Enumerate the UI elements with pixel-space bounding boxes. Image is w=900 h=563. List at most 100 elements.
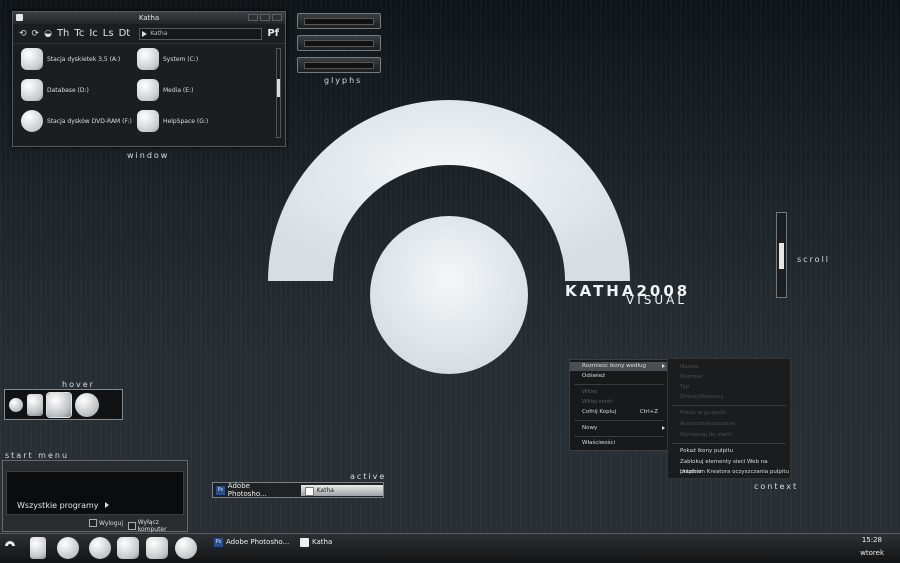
- drive-label: System (C:): [163, 55, 199, 63]
- submenu-item-label: Wyrównaj do siatki: [680, 432, 732, 438]
- quicklaunch-figure-icon[interactable]: [30, 537, 46, 559]
- hard-disk-icon: [137, 48, 159, 70]
- media-disk-icon: [137, 79, 159, 101]
- home-icon[interactable]: ◒: [44, 29, 52, 39]
- scroll-widget-thumb[interactable]: [779, 243, 784, 269]
- start-menu: Wszystkie programy Wyloguj Wyłącz komput…: [2, 460, 188, 533]
- view-details-button[interactable]: Dt: [119, 28, 131, 39]
- submenu-item-modified: Zmodyfikowany: [668, 392, 790, 402]
- submenu-item-label: Pokaż w grupach: [680, 410, 727, 416]
- pf-button[interactable]: Pf: [267, 28, 279, 39]
- drive-list: Stacja dyskietek 3,5 (A:) System (C:) Da…: [13, 44, 285, 144]
- submenu-item-label: Uruchom Kreatora oczyszczania pulpitu: [680, 469, 790, 475]
- arrange-submenu: Nazwa Rozmiar Typ Zmodyfikowany Pokaż w …: [667, 358, 791, 479]
- view-thumbnails-button[interactable]: Th: [57, 28, 69, 39]
- drive-label: HelpSpace (G:): [163, 117, 209, 125]
- label-active: active: [350, 472, 387, 481]
- messenger-icon[interactable]: [75, 392, 99, 417]
- drive-d[interactable]: Database (D:): [21, 79, 89, 101]
- photoshop-icon: Ps: [214, 537, 223, 547]
- scroll-widget[interactable]: [776, 212, 787, 298]
- minimize-button[interactable]: [248, 14, 258, 21]
- taskbar-task-katha[interactable]: Katha: [300, 536, 332, 548]
- drive-c[interactable]: System (C:): [137, 48, 198, 70]
- all-programs-button[interactable]: Wszystkie programy: [17, 501, 109, 510]
- quicklaunch-drive-icon[interactable]: [117, 537, 139, 559]
- clock-time[interactable]: 15:28: [862, 536, 882, 544]
- view-tiles-button[interactable]: Tc: [74, 28, 84, 39]
- glyph-widget-slider[interactable]: [297, 57, 381, 73]
- active-task-katha[interactable]: Katha: [300, 484, 384, 496]
- submenu-item-show-groups: Pokaż w grupach: [668, 408, 790, 418]
- submenu-item-name: Nazwa: [668, 362, 790, 372]
- logo-circle: [370, 216, 528, 374]
- drive-a[interactable]: Stacja dyskietek 3,5 (A:): [21, 48, 120, 70]
- submenu-item-show-desktop-icons[interactable]: Pokaż ikony pulpitu: [668, 446, 790, 456]
- hard-disk-icon: [137, 110, 159, 132]
- glyph-widget-dropdown[interactable]: [297, 35, 381, 51]
- quicklaunch-messenger-icon[interactable]: [89, 537, 111, 559]
- submenu-item-label: Pokaż ikony pulpitu: [680, 448, 734, 454]
- context-item-label: Rozmieść ikony według: [582, 363, 647, 369]
- glyph-widget-minimize[interactable]: [297, 13, 381, 29]
- figure-icon[interactable]: [27, 393, 43, 416]
- maximize-button[interactable]: [260, 14, 270, 21]
- view-icons-button[interactable]: Ic: [89, 28, 97, 39]
- explorer-window[interactable]: Katha ⟲ ⟳ ◒ Th Tc Ic Ls Dt Katha Pf Stac…: [12, 11, 286, 147]
- firefox-icon[interactable]: [46, 391, 72, 418]
- label-scroll: scroll: [797, 255, 831, 264]
- window-titlebar[interactable]: Katha: [13, 12, 285, 24]
- scroll-thumb[interactable]: [277, 79, 280, 97]
- brand-line-2: VISUAL: [626, 293, 688, 307]
- active-task-photoshop[interactable]: Adobe Photosho...: [228, 482, 290, 498]
- quicklaunch-firefox-icon[interactable]: [57, 537, 79, 559]
- floppy-icon: [21, 48, 43, 70]
- menu-divider: [672, 405, 786, 406]
- shutdown-label: Wyłącz komputer: [137, 519, 167, 533]
- close-button[interactable]: [272, 14, 282, 21]
- menu-divider: [672, 443, 786, 444]
- quicklaunch-desktop-icon[interactable]: [175, 537, 197, 559]
- submenu-item-label: Typ: [680, 384, 690, 390]
- context-item-undo-copy[interactable]: Cofnij Kopiuj Ctrl+Z: [570, 408, 668, 417]
- context-item-properties[interactable]: Właściwości: [570, 439, 668, 448]
- context-item-label: Właściwości: [582, 440, 616, 446]
- menu-divider: [574, 384, 664, 385]
- context-item-arrange-icons[interactable]: Rozmieść ikony według: [570, 362, 668, 371]
- logout-button[interactable]: Wyloguj: [89, 519, 123, 527]
- hover-widget: [4, 389, 123, 420]
- drive-g[interactable]: HelpSpace (G:): [137, 110, 208, 132]
- shutdown-button[interactable]: Wyłącz komputer: [128, 519, 187, 533]
- logout-icon: [89, 519, 97, 527]
- context-item-refresh[interactable]: Odśwież: [570, 372, 668, 381]
- submenu-item-label: Nazwa: [680, 364, 699, 370]
- menu-divider: [574, 436, 664, 437]
- shortcut-label: Ctrl+Z: [639, 409, 658, 415]
- active-taskbar-widget: Ps Adobe Photosho... Katha: [212, 482, 384, 498]
- taskbar-task-photoshop[interactable]: Ps Adobe Photosho...: [214, 536, 289, 548]
- katha-logo: [268, 100, 630, 374]
- submenu-item-lock-web-items[interactable]: Zablokuj elementy sieci Web na pulpicie: [668, 457, 790, 475]
- drive-label: Stacja dyskietek 3,5 (A:): [47, 55, 121, 63]
- view-list-button[interactable]: Ls: [103, 28, 114, 39]
- submenu-item-align-grid: Wyrównaj do siatki: [668, 430, 790, 440]
- back-icon[interactable]: ⟲: [19, 29, 27, 39]
- taskbar: Ps Adobe Photosho... Katha 15:28 wtorek: [0, 533, 900, 563]
- drive-f[interactable]: Stacja dysków DVD-RAM (F:): [21, 110, 132, 132]
- window-scrollbar[interactable]: [276, 48, 281, 138]
- refresh-icon[interactable]: ⟳: [32, 29, 40, 39]
- context-item-label: Wklej skrót: [582, 399, 613, 405]
- start-orb-icon[interactable]: [9, 397, 23, 412]
- submenu-item-type: Typ: [668, 382, 790, 392]
- menu-divider: [574, 420, 664, 421]
- drive-e[interactable]: Media (E:): [137, 79, 193, 101]
- context-item-new[interactable]: Nowy: [570, 424, 668, 433]
- context-item-label: Cofnij Kopiuj: [582, 409, 617, 415]
- address-bar[interactable]: Katha: [139, 27, 263, 40]
- label-hover: hover: [62, 380, 95, 389]
- label-start-menu: start menu: [5, 451, 70, 460]
- quicklaunch-folder-icon[interactable]: [146, 537, 168, 559]
- start-button[interactable]: [4, 537, 16, 547]
- submenu-item-cleanup-wizard[interactable]: Uruchom Kreatora oczyszczania pulpitu: [668, 467, 790, 477]
- submenu-item-size: Rozmiar: [668, 372, 790, 382]
